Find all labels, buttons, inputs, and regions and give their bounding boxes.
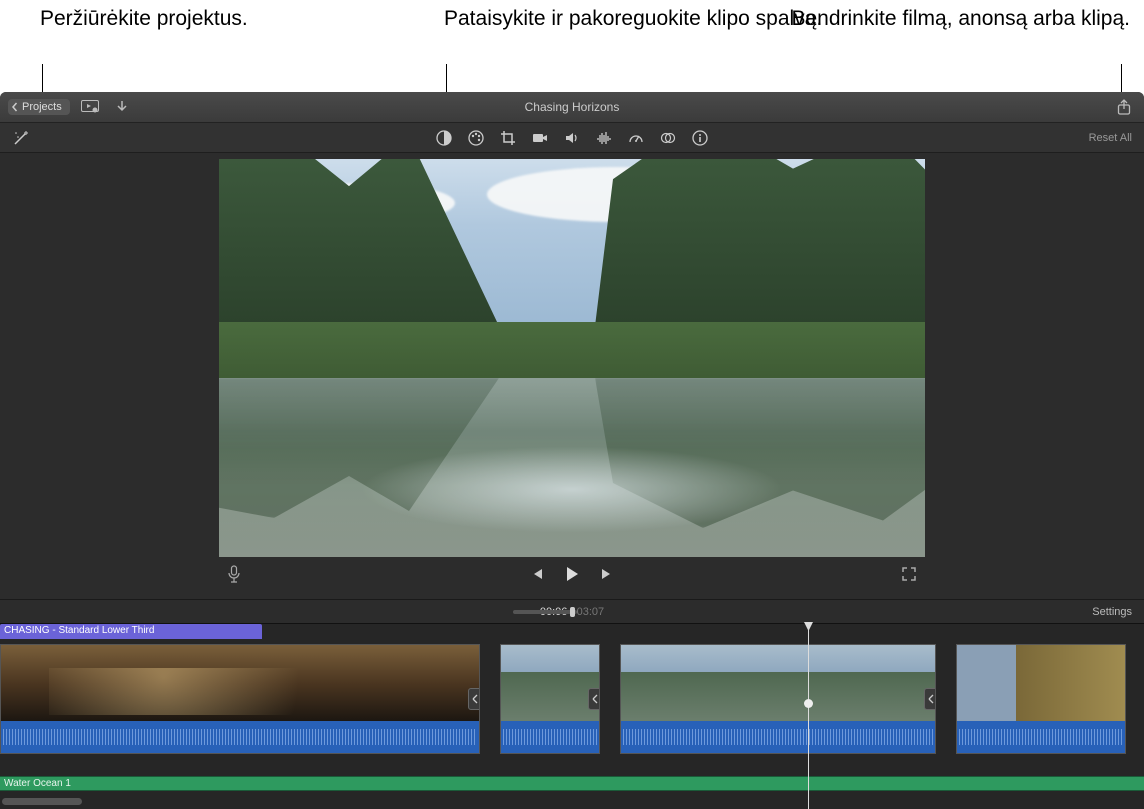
- callouts-area: Peržiūrėkite projektus. Pataisykite ir p…: [0, 0, 1144, 92]
- next-button[interactable]: [599, 566, 615, 582]
- camera-icon: [532, 130, 548, 146]
- overlap-circles-icon: [660, 130, 676, 146]
- play-button[interactable]: [563, 565, 581, 583]
- speed-button[interactable]: [627, 129, 645, 147]
- media-icon: [81, 100, 99, 114]
- chevron-left-icon: [10, 102, 20, 112]
- equalizer-icon: [596, 130, 612, 146]
- stabilization-button[interactable]: [531, 129, 549, 147]
- palette-icon: [468, 130, 484, 146]
- half-circle-icon: [436, 130, 452, 146]
- crop-button[interactable]: [499, 129, 517, 147]
- settings-button[interactable]: Settings: [1092, 606, 1132, 618]
- callout-color: Pataisykite ir pakoreguokite klipo spalv…: [444, 6, 822, 32]
- previous-button[interactable]: [529, 566, 545, 582]
- volume-button[interactable]: [563, 129, 581, 147]
- time-duration: 03:07: [577, 606, 605, 618]
- projects-label: Projects: [22, 101, 62, 113]
- transition-badge[interactable]: [588, 688, 600, 710]
- crop-icon: [500, 130, 516, 146]
- reset-all-button[interactable]: Reset All: [1089, 132, 1132, 144]
- share-icon: [1117, 99, 1131, 115]
- clip-filter-button[interactable]: [659, 129, 677, 147]
- timeline-scrollbar[interactable]: [2, 798, 82, 805]
- video-preview[interactable]: [219, 159, 925, 557]
- speaker-icon: [564, 130, 580, 146]
- video-clip[interactable]: [500, 644, 600, 754]
- info-button[interactable]: [691, 129, 709, 147]
- clips-row: [0, 644, 1144, 754]
- transition-badge[interactable]: [924, 688, 936, 710]
- expand-icon: [901, 566, 917, 582]
- info-icon: [692, 130, 708, 146]
- import-button[interactable]: [110, 97, 134, 117]
- noise-reduction-button[interactable]: [595, 129, 613, 147]
- color-correction-button[interactable]: [467, 129, 485, 147]
- transition-icon: [928, 694, 936, 704]
- transition-badge[interactable]: [468, 688, 480, 710]
- adjust-tools: [435, 129, 709, 147]
- fullscreen-button[interactable]: [901, 566, 917, 582]
- audio-clip[interactable]: Water Ocean 1: [0, 776, 1144, 791]
- transition-icon: [472, 694, 480, 704]
- viewer-area: [0, 153, 1144, 599]
- skip-forward-icon: [599, 566, 615, 582]
- transition-icon: [592, 694, 600, 704]
- title-clip[interactable]: CHASING - Standard Lower Third: [0, 624, 262, 639]
- color-balance-button[interactable]: [435, 129, 453, 147]
- callout-projects: Peržiūrėkite projektus.: [40, 6, 248, 32]
- timeline[interactable]: CHASING - Standard Lower Third: [0, 623, 1144, 809]
- project-title: Chasing Horizons: [525, 100, 620, 114]
- callout-line: [42, 64, 43, 95]
- projects-button[interactable]: Projects: [8, 99, 70, 115]
- play-icon: [563, 565, 581, 583]
- timeline-zoom-slider[interactable]: [513, 610, 577, 614]
- callout-share: Bendrinkite filmą, anonsą arba klipą.: [791, 6, 1130, 32]
- playhead[interactable]: [808, 624, 809, 809]
- voiceover-button[interactable]: [227, 565, 241, 583]
- microphone-icon: [227, 565, 241, 583]
- video-clip[interactable]: [0, 644, 480, 754]
- callout-line: [1121, 64, 1122, 95]
- video-clip[interactable]: [956, 644, 1126, 754]
- share-button[interactable]: [1112, 97, 1136, 117]
- video-clip[interactable]: [620, 644, 936, 754]
- media-browser-button[interactable]: [78, 97, 102, 117]
- skip-back-icon: [529, 566, 545, 582]
- titlebar: Projects Chasing Horizons: [0, 92, 1144, 123]
- speedometer-icon: [628, 130, 644, 146]
- timebar: 00:06 / 03:07 Settings: [0, 599, 1144, 623]
- adjust-toolbar: Reset All: [0, 123, 1144, 153]
- download-arrow-icon: [115, 100, 129, 114]
- playback-controls: [219, 557, 925, 591]
- enhance-button[interactable]: [12, 129, 30, 147]
- app-window: Projects Chasing Horizons: [0, 92, 1144, 809]
- magic-wand-icon: [12, 129, 30, 147]
